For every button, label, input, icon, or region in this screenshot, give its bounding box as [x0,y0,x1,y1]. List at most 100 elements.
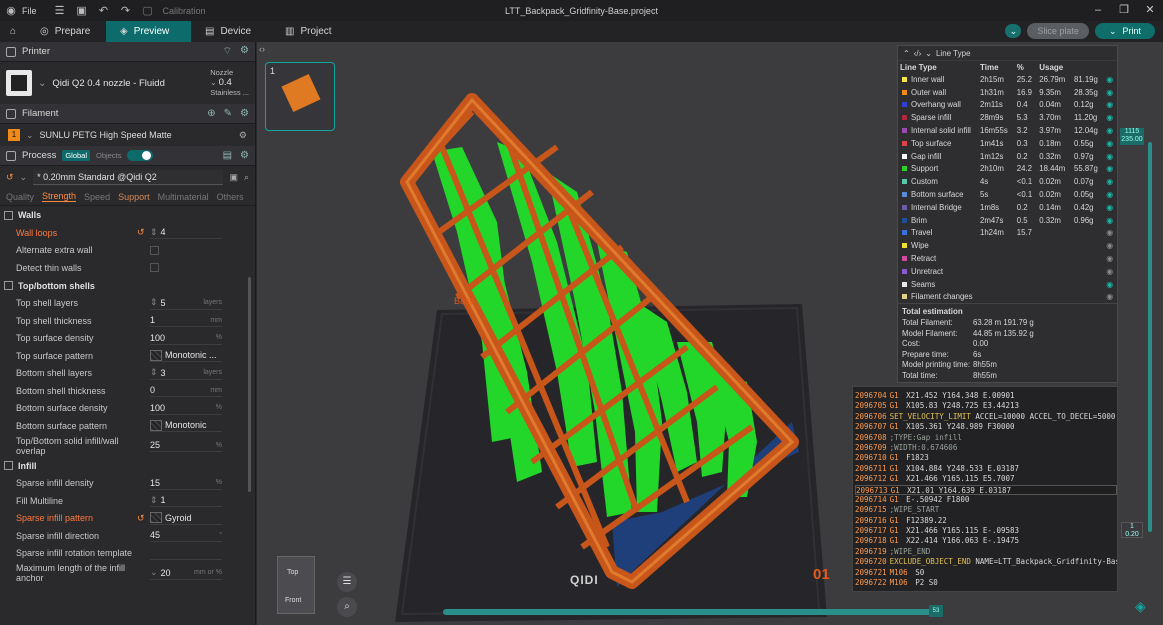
wifi-icon[interactable]: ⌔ [223,45,232,58]
legend-row[interactable]: Custom 4s <0.1 0.02m 0.07g ◉ [898,175,1117,188]
zoom-icon[interactable]: ⌕ [337,597,357,617]
legend-row[interactable]: Seams ◉ [898,278,1117,291]
slice-dropdown-icon[interactable]: ⌄ [1005,24,1022,38]
visibility-eye-icon[interactable]: ◉ [1106,177,1113,186]
legend-row[interactable]: Top surface 1m41s 0.3 0.18m 0.55g ◉ [898,137,1117,150]
menu-icon[interactable]: ☰ [337,572,357,592]
gcode-line[interactable]: 2096722 M106 P2 S0 [855,578,1117,588]
gcode-line[interactable]: 2096716 G1 F12389.22 [855,516,1117,526]
process-settings-icon[interactable]: ⚙ [240,150,249,161]
search-icon[interactable]: ⌕ [244,172,249,183]
reset-icon[interactable]: ↺ [137,513,145,524]
bottom-surface-pattern-select[interactable]: Monotonic [150,419,222,433]
cube-top-face[interactable]: Top [287,569,298,576]
legend-row[interactable]: Bottom surface 5s <0.1 0.02m 0.05g ◉ [898,188,1117,201]
gcode-line[interactable]: 2096710 G1 F1823 [855,453,1117,463]
legend-row[interactable]: Wipe ◉ [898,239,1117,252]
visibility-eye-icon[interactable]: ◉ [1106,280,1113,289]
menu-icon[interactable]: ☰ [49,4,71,17]
visibility-eye-icon[interactable]: ◉ [1106,126,1113,135]
infill-direction-input[interactable]: 45 ° [150,529,222,543]
alt-extra-wall-checkbox[interactable] [150,245,159,255]
bottom-shell-layers-input[interactable]: ⇕ 3 layers [150,367,222,380]
legend-row[interactable]: Inner wall 2h15m 25.2 26.79m 81.19g ◉ [898,73,1117,86]
visibility-eye-icon[interactable]: ◉ [1106,100,1113,109]
save-preset-icon[interactable]: ▣ [229,172,238,183]
infill-density-input[interactable]: 15% [150,477,222,490]
top-surface-density-input[interactable]: 100% [150,332,222,345]
gcode-line[interactable]: 2096713 G1 X21.01 Y164.639 E.03187 [855,484,1117,495]
maximize-icon[interactable]: ❐ [1111,0,1137,21]
visibility-eye-icon[interactable]: ◉ [1106,139,1113,148]
layer-slider[interactable] [1148,142,1152,532]
gcode-line[interactable]: 2096707 G1 X105.361 Y248.989 F30000 [855,422,1117,432]
legend-row[interactable]: Travel 1h24m 15.7 ◉ [898,227,1117,240]
objects-toggle[interactable]: Objects [96,151,121,160]
detect-thin-walls-checkbox[interactable] [150,263,159,273]
visibility-eye-icon[interactable]: ◉ [1106,216,1113,225]
sidebar-scrollbar[interactable] [248,277,251,492]
filament-settings-icon[interactable]: ⚙ [240,108,249,119]
cube-front-face[interactable]: Front [285,597,301,604]
tab-strength[interactable]: Strength [42,191,77,202]
add-filament-icon[interactable]: ⊕ [207,108,215,119]
filament-selector[interactable]: 1 ⌄ SUNLU PETG High Speed Matte ⚙ [0,124,255,146]
gcode-line[interactable]: 2096714 G1 E-.50942 F1800 [855,495,1117,505]
fill-multiline-input[interactable]: ⇕ 1 [150,494,222,508]
legend-row[interactable]: Outer wall 1h31m 16.9 9.35m 28.35g ◉ [898,86,1117,99]
tab-support[interactable]: Support [118,192,150,202]
legend-row[interactable]: Sparse infill 28m9s 5.3 3.70m 11.20g ◉ [898,111,1117,124]
tab-speed[interactable]: Speed [84,192,110,202]
3d-preview-viewport[interactable]: Base QIDI 01 ‹› 1 ⌃ ‹/› ⌄ Line Type Line… [257,42,1163,625]
collapse-sidebar-icon[interactable]: ‹› [259,44,265,54]
gcode-line[interactable]: 2096721 M106 S0 [855,568,1117,578]
visibility-eye-icon[interactable]: ◉ [1106,267,1113,276]
compare-icon[interactable]: ▤ [223,150,232,161]
move-slider-handle[interactable]: 53 [929,605,943,617]
gear-icon[interactable]: ⚙ [239,130,247,141]
legend-row[interactable]: Support 2h10m 24.2 18.44m 55.87g ◉ [898,163,1117,176]
visibility-eye-icon[interactable]: ◉ [1106,88,1113,97]
infill-anchor-input[interactable]: ⌄ 20 mm or % [150,567,222,580]
visibility-eye-icon[interactable]: ◉ [1106,228,1113,237]
save-icon[interactable]: ▣ [71,4,93,17]
tab-project[interactable]: ▥ Project [271,21,351,42]
tab-others[interactable]: Others [217,192,244,202]
legend-row[interactable]: Brim 2m47s 0.5 0.32m 0.96g ◉ [898,214,1117,227]
legend-row[interactable]: Overhang wall 2m11s 0.4 0.04m 0.12g ◉ [898,99,1117,112]
gcode-line[interactable]: 2096705 G1 X105.83 Y248.725 E3.44213 [855,401,1117,411]
tab-preview[interactable]: ◈ Preview [106,21,191,42]
tab-device[interactable]: ▤ Device [191,21,271,42]
tab-multimaterial[interactable]: Multimaterial [158,192,209,202]
gcode-line[interactable]: 2096711 G1 X104.884 Y248.533 E.03187 [855,464,1117,474]
legend-row[interactable]: Internal Bridge 1m8s 0.2 0.14m 0.42g ◉ [898,201,1117,214]
legend-row[interactable]: Filament changes ◉ [898,291,1117,304]
layers-icon[interactable]: ◈ [1135,598,1155,618]
print-button[interactable]: ⌄ Print [1094,23,1155,39]
visibility-eye-icon[interactable]: ◉ [1106,292,1113,301]
wall-loops-input[interactable]: ⇕ 4 [150,226,222,240]
calibration-menu[interactable]: Calibration [163,6,206,16]
gcode-line[interactable]: 2096706 SET_VELOCITY_LIMIT ACCEL=10000 AC… [855,412,1117,422]
gcode-line[interactable]: 2096709 ;WIDTH:0.674606 [855,443,1117,453]
visibility-eye-icon[interactable]: ◉ [1106,164,1113,173]
undo-icon[interactable]: ↶ [93,4,115,17]
view-navigation-cube[interactable]: Top Front [277,556,315,614]
gcode-line[interactable]: 2096704 G1 X21.452 Y164.348 E.00901 [855,391,1117,401]
plate-thumbnail[interactable]: 1 [265,62,335,131]
global-toggle[interactable]: Global [62,150,91,161]
advanced-toggle[interactable] [127,150,154,161]
view-type-select[interactable]: Line Type [936,49,971,58]
gcode-line[interactable]: 2096720 EXCLUDE_OBJECT_END NAME=LTT_Backp… [855,557,1117,567]
legend-row[interactable]: Unretract ◉ [898,265,1117,278]
legend-row[interactable]: Gap infill 1m12s 0.2 0.32m 0.97g ◉ [898,150,1117,163]
redo-icon[interactable]: ↷ [115,4,137,17]
reset-icon[interactable]: ↺ [6,172,14,183]
slice-plate-button[interactable]: Slice plate [1027,23,1089,39]
legend-header[interactable]: ⌃ ‹/› ⌄ Line Type [898,46,1117,61]
collapse-icon[interactable]: ⌃ [903,49,910,58]
printer-settings-icon[interactable]: ⚙ [240,45,249,58]
infill-pattern-select[interactable]: Gyroid [150,512,222,525]
visibility-eye-icon[interactable]: ◉ [1106,113,1113,122]
visibility-eye-icon[interactable]: ◉ [1106,190,1113,199]
